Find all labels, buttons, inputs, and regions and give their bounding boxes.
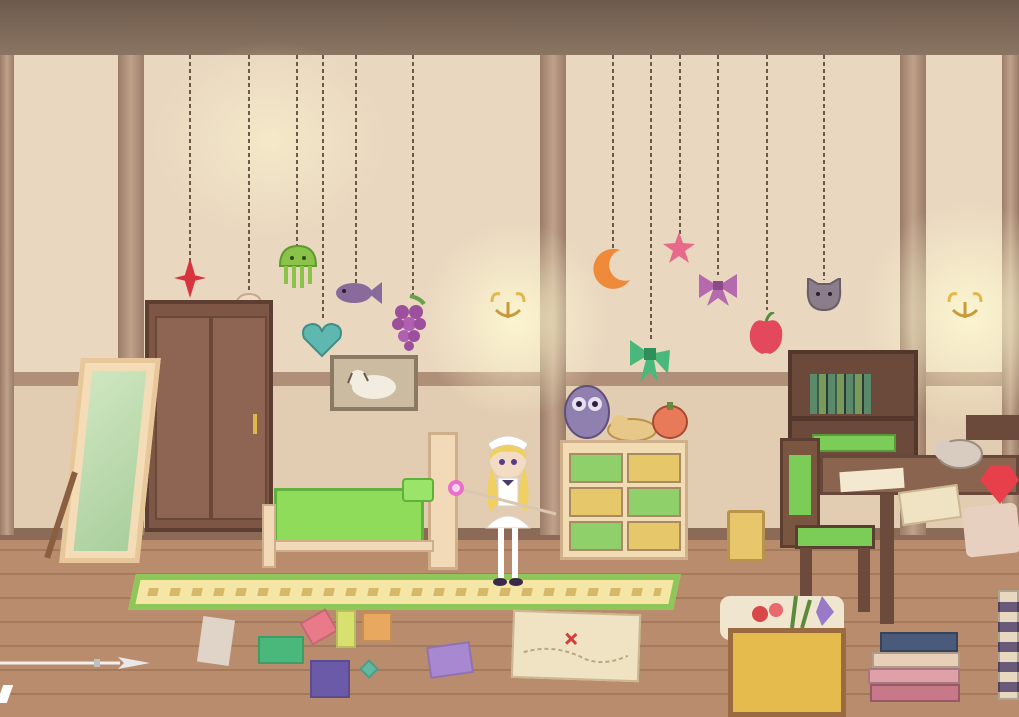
hanging-chain (766, 55, 768, 310)
green-jellyfish-icon (278, 244, 318, 288)
stone-block[interactable] (196, 615, 236, 667)
bed-footboard (262, 504, 276, 568)
hanging-chain (650, 55, 652, 340)
dog-picture-icon (347, 370, 396, 399)
desk-leg (880, 494, 894, 624)
owl-plush-icon[interactable] (562, 378, 612, 440)
magic-staff-icon[interactable] (444, 478, 560, 518)
hanging-chain (412, 55, 414, 295)
dresser-drawer[interactable] (627, 487, 681, 517)
dresser-drawer[interactable] (569, 521, 623, 551)
waste-bin[interactable] (727, 510, 765, 562)
bed-frame (274, 540, 434, 552)
shelf-tray (812, 434, 896, 452)
dresser-drawer[interactable] (569, 487, 623, 517)
hanging-chain (612, 55, 614, 250)
pillow (402, 478, 434, 502)
wardrobe-door-left[interactable] (155, 316, 211, 520)
game-scene[interactable] (0, 0, 1019, 717)
dog-painting (330, 355, 418, 411)
arch-block[interactable] (258, 636, 304, 664)
sleeping-cat-icon[interactable] (930, 426, 984, 472)
book[interactable] (870, 684, 960, 702)
hanging-chain (679, 55, 681, 235)
mirror-glass (73, 371, 147, 551)
hanging-chain (717, 55, 719, 275)
cloth-pile (961, 502, 1019, 558)
chair-leg (858, 548, 870, 612)
hanging-chain (355, 55, 357, 285)
red-diamond-icon (174, 258, 206, 298)
cube-block[interactable] (310, 660, 350, 698)
book[interactable] (872, 652, 960, 668)
chair-cushion (789, 455, 811, 515)
treasure-map[interactable] (510, 609, 642, 683)
hanging-chain (248, 55, 250, 295)
book[interactable] (880, 632, 958, 652)
purple-fish-icon (336, 282, 382, 304)
book[interactable] (868, 668, 960, 684)
purple-bow-icon (699, 274, 737, 306)
chair[interactable] (795, 525, 875, 549)
wardrobe[interactable] (145, 300, 273, 532)
cylinder-block[interactable] (336, 610, 356, 648)
spear-icon[interactable] (0, 655, 150, 669)
hanging-chain (189, 55, 191, 265)
purple-block[interactable] (425, 641, 475, 679)
wardrobe-handle (253, 414, 257, 434)
red-apple-icon (749, 312, 783, 354)
dresser-drawer[interactable] (569, 453, 623, 483)
rug (128, 574, 681, 610)
shelf-books (810, 374, 872, 414)
pink-star-icon (663, 232, 695, 263)
dresser[interactable] (560, 440, 688, 560)
cat-face-icon (806, 278, 842, 312)
pumpkin-plush-icon[interactable] (652, 400, 688, 440)
player-character[interactable] (472, 432, 544, 604)
hanging-chain (296, 55, 298, 250)
shelf-board (792, 416, 914, 421)
green-bow-icon (630, 340, 670, 382)
book-stack[interactable] (998, 590, 1019, 700)
orange-moon-icon (593, 248, 630, 289)
ceiling (0, 0, 1019, 55)
wall-sconce-icon (947, 292, 983, 318)
cube-block[interactable] (362, 612, 392, 642)
cat-plush-icon[interactable] (606, 410, 658, 442)
flowers-icon (752, 595, 834, 629)
wardrobe-door-right[interactable] (211, 316, 267, 520)
crate[interactable] (728, 628, 846, 717)
dresser-drawer[interactable] (627, 453, 681, 483)
hanging-chain (322, 55, 324, 320)
rug-pattern (147, 588, 662, 596)
purple-grapes-icon (392, 294, 426, 351)
wall-sconce-icon (490, 292, 526, 318)
map-cross-icon (523, 632, 629, 664)
wall-pillar (0, 55, 14, 535)
red-gem-icon[interactable] (980, 462, 1019, 506)
teal-heart-icon (302, 322, 342, 358)
hanging-chain (823, 55, 825, 280)
light-glow (150, 40, 390, 240)
dresser-drawer[interactable] (627, 521, 681, 551)
